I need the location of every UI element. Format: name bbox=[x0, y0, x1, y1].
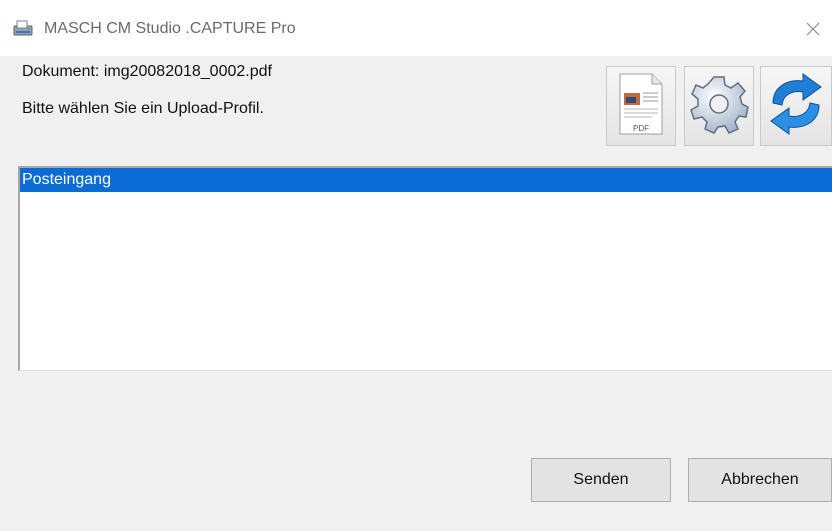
gear-icon bbox=[689, 74, 749, 139]
refresh-arrows-icon bbox=[765, 71, 827, 142]
pdf-document-icon: PDF bbox=[616, 71, 666, 142]
open-pdf-button[interactable]: PDF bbox=[606, 66, 676, 146]
close-button[interactable] bbox=[794, 12, 832, 46]
upload-profile-list[interactable]: Posteingang bbox=[18, 166, 832, 371]
document-label: Dokument: img20082018_0002.pdf bbox=[22, 63, 272, 80]
scanner-app-icon bbox=[12, 20, 34, 38]
profile-list-item[interactable]: Posteingang bbox=[20, 168, 832, 192]
settings-button[interactable] bbox=[684, 66, 754, 146]
upload-profile-hint: Bitte wählen Sie ein Upload-Profil. bbox=[22, 100, 264, 117]
close-icon bbox=[806, 22, 820, 36]
send-button[interactable]: Senden bbox=[531, 458, 671, 502]
dialog-window: MASCH CM Studio .CAPTURE Pro Dokument: i… bbox=[0, 0, 832, 531]
refresh-button[interactable] bbox=[760, 66, 832, 146]
cancel-button[interactable]: Abbrechen bbox=[688, 458, 832, 502]
pdf-icon-text: PDF bbox=[633, 124, 649, 133]
title-bar: MASCH CM Studio .CAPTURE Pro bbox=[0, 0, 832, 56]
window-title: MASCH CM Studio .CAPTURE Pro bbox=[44, 20, 296, 37]
